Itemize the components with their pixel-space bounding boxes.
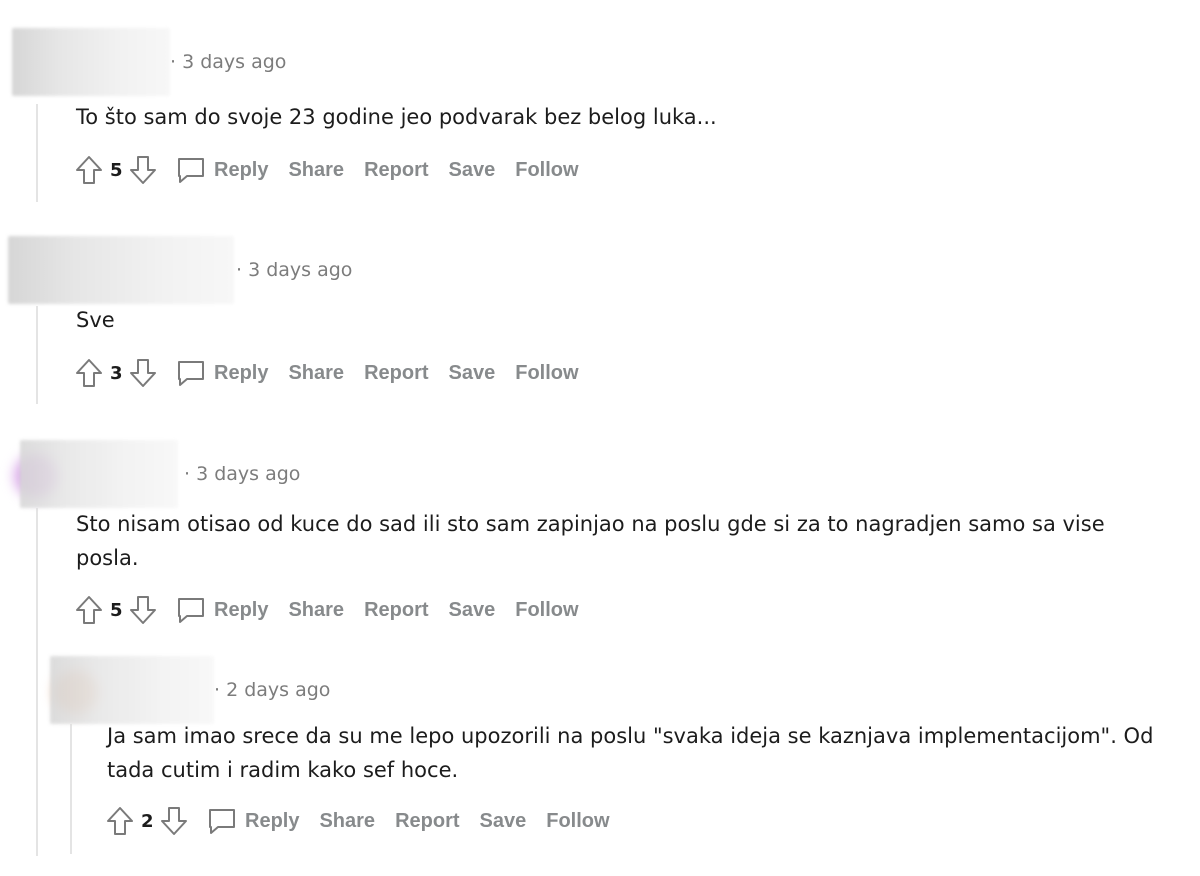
thread-line[interactable] [70, 724, 72, 854]
timestamp: · 3 days ago [184, 463, 301, 485]
save-button[interactable]: Save [480, 810, 527, 833]
vote-count: 3 [110, 362, 123, 384]
comment-bubble-icon[interactable] [205, 804, 239, 838]
comment-meta: · 3 days ago [0, 28, 400, 96]
comment-text: Ja sam imao srece da su me lepo upozoril… [107, 724, 1154, 782]
comment-bubble-icon[interactable] [174, 153, 208, 187]
vote-count: 5 [110, 159, 123, 181]
downvote-icon[interactable] [126, 356, 160, 390]
reply-button[interactable]: Reply [214, 599, 268, 622]
follow-button[interactable]: Follow [515, 599, 578, 622]
reply-button[interactable]: Reply [214, 362, 268, 385]
report-button[interactable]: Report [364, 159, 428, 182]
comment-text: Sto nisam otisao od kuce do sad ili sto … [76, 512, 1105, 570]
username-blurred[interactable] [50, 656, 214, 724]
username-blurred[interactable] [12, 28, 170, 96]
save-button[interactable]: Save [449, 599, 496, 622]
comment-actions: 2 Reply Share Report Save Follow [103, 801, 630, 841]
username-blurred[interactable] [8, 236, 234, 304]
upvote-icon[interactable] [72, 356, 106, 390]
upvote-icon[interactable] [72, 593, 106, 627]
share-button[interactable]: Share [319, 810, 375, 833]
report-button[interactable]: Report [364, 362, 428, 385]
downvote-icon[interactable] [157, 804, 191, 838]
comment-meta: · 3 days ago [0, 236, 420, 304]
comment-actions: 5 Reply Share Report Save Follow [72, 150, 599, 190]
timestamp: · 3 days ago [170, 51, 287, 73]
follow-button[interactable]: Follow [546, 810, 609, 833]
comment-actions: 5 Reply Share Report Save Follow [72, 590, 599, 630]
comment-bubble-icon[interactable] [174, 356, 208, 390]
thread-line[interactable] [36, 104, 38, 202]
vote-count: 5 [110, 599, 123, 621]
username-blurred[interactable] [20, 440, 178, 508]
share-button[interactable]: Share [288, 362, 344, 385]
downvote-icon[interactable] [126, 593, 160, 627]
comment-text: To što sam do svoje 23 godine jeo podvar… [76, 105, 717, 129]
reply-button[interactable]: Reply [214, 159, 268, 182]
share-button[interactable]: Share [288, 159, 344, 182]
report-button[interactable]: Report [395, 810, 459, 833]
follow-button[interactable]: Follow [515, 362, 578, 385]
share-button[interactable]: Share [288, 599, 344, 622]
reply-button[interactable]: Reply [245, 810, 299, 833]
save-button[interactable]: Save [449, 362, 496, 385]
comment-text: Sve [76, 308, 115, 332]
follow-button[interactable]: Follow [515, 159, 578, 182]
save-button[interactable]: Save [449, 159, 496, 182]
downvote-icon[interactable] [126, 153, 160, 187]
report-button[interactable]: Report [364, 599, 428, 622]
timestamp: · 3 days ago [236, 259, 353, 281]
vote-count: 2 [141, 810, 154, 832]
thread-line[interactable] [36, 306, 38, 404]
comment-actions: 3 Reply Share Report Save Follow [72, 353, 599, 393]
comment-meta: · 3 days ago [0, 440, 400, 508]
comment-bubble-icon[interactable] [174, 593, 208, 627]
thread-line[interactable] [36, 508, 38, 648]
timestamp: · 2 days ago [214, 679, 331, 701]
comment-meta: · 2 days ago [0, 656, 420, 724]
upvote-icon[interactable] [103, 804, 137, 838]
upvote-icon[interactable] [72, 153, 106, 187]
